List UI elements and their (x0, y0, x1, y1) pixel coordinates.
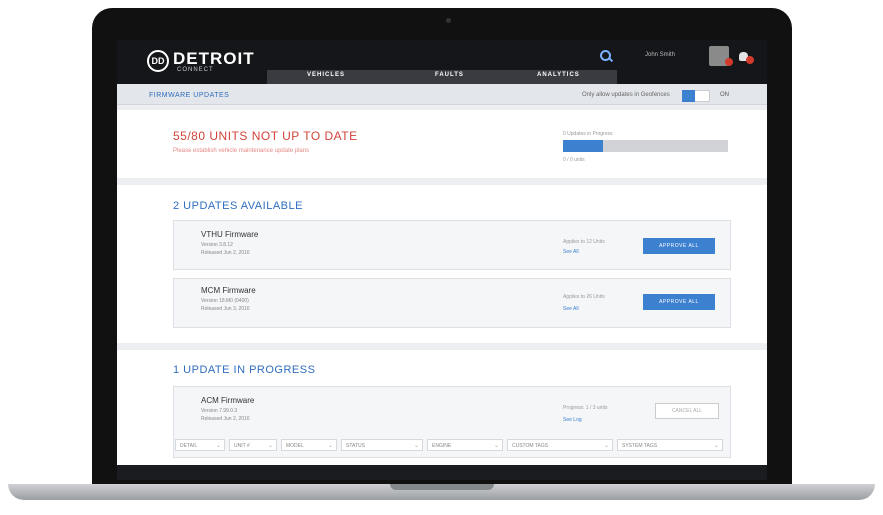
filter-label: SYSTEM TAGS (622, 443, 658, 449)
filter-engine[interactable]: ENGINE ⌄ (427, 439, 503, 451)
camera-icon (446, 18, 451, 23)
firmware-version: Version 18.M0 (0400) (201, 298, 249, 304)
firmware-version: Version 3.8.12 (201, 242, 233, 248)
filter-detail[interactable]: DETAIL ⌄ (175, 439, 225, 451)
chevron-down-icon: ⌄ (713, 443, 719, 449)
approve-all-button[interactable]: APPROVE ALL (643, 294, 715, 310)
firmware-released: Released Jun 2, 2016 (201, 250, 250, 256)
available-title: 2 UPDATES AVAILABLE (173, 200, 303, 212)
chevron-down-icon: ⌄ (413, 443, 419, 449)
progress-note: 0 / 0 units (563, 157, 585, 163)
chevron-down-icon: ⌄ (267, 443, 273, 449)
see-all-link[interactable]: See All (563, 249, 579, 255)
progress-count: Progress: 1 / 3 units (563, 405, 608, 411)
bottom-bar (117, 465, 767, 480)
approve-all-button[interactable]: APPROVE ALL (643, 238, 715, 254)
firmware-name: VTHU Firmware (201, 230, 259, 239)
chevron-down-icon: ⌄ (493, 443, 499, 449)
firmware-name: ACM Firmware (201, 396, 255, 405)
logo-icon[interactable]: DD (147, 50, 169, 72)
progress-fill (563, 140, 603, 152)
in-progress-title: 1 UPDATE IN PROGRESS (173, 364, 316, 376)
cancel-all-button[interactable]: CANCEL ALL (655, 403, 719, 419)
filter-status[interactable]: STATUS ⌄ (341, 439, 423, 451)
app-screen: DD DETROIT CONNECT VEHICLES FAULTS ANALY… (117, 40, 767, 480)
chevron-down-icon: ⌄ (603, 443, 609, 449)
tab-vehicles[interactable]: VEHICLES (307, 72, 345, 78)
search-icon[interactable] (600, 50, 611, 61)
firmware-released: Released Jun 2, 2016 (201, 416, 250, 422)
geofence-toggle-knob[interactable] (682, 90, 695, 102)
filter-label: CUSTOM TAGS (512, 443, 549, 449)
filter-label: MODEL (286, 443, 304, 449)
filter-label: DETAIL (180, 443, 198, 449)
avatar-badge (725, 58, 733, 66)
see-log-link[interactable]: See Log (563, 417, 582, 423)
notification-badge (746, 56, 754, 64)
filter-label: ENGINE (432, 443, 452, 449)
geofence-toggle-state: ON (720, 92, 729, 98)
chevron-down-icon: ⌄ (327, 443, 333, 449)
filter-custom-tags[interactable]: CUSTOM TAGS ⌄ (507, 439, 613, 451)
status-subtitle: Please establish vehicle maintenance upd… (173, 148, 310, 154)
user-name[interactable]: John Smith (645, 52, 675, 58)
filter-unit[interactable]: UNIT # ⌄ (229, 439, 277, 451)
tab-analytics[interactable]: ANALYTICS (537, 72, 580, 78)
chevron-down-icon: ⌄ (215, 443, 221, 449)
laptop-notch (390, 484, 494, 490)
tab-faults[interactable]: FAULTS (435, 72, 464, 78)
applies-count: Applies to 12 Units (563, 239, 605, 245)
filter-system-tags[interactable]: SYSTEM TAGS ⌄ (617, 439, 723, 451)
progress-label: 0 Updates in Progress (563, 131, 613, 137)
firmware-version: Version 7.99.0.3 (201, 408, 238, 414)
filter-label: UNIT # (234, 443, 250, 449)
firmware-name: MCM Firmware (201, 286, 256, 295)
filter-model[interactable]: MODEL ⌄ (281, 439, 337, 451)
geofence-toggle-label: Only allow updates in Geofences (582, 92, 670, 98)
status-title: 55/80 UNITS NOT UP TO DATE (173, 129, 358, 143)
applies-count: Applies to 26 Units (563, 294, 605, 300)
firmware-released: Released Jun 3, 2016 (201, 306, 250, 312)
see-all-link[interactable]: See All (563, 306, 579, 312)
page-title: FIRMWARE UPDATES (149, 92, 230, 99)
filter-label: STATUS (346, 443, 365, 449)
brand-name[interactable]: DETROIT (173, 49, 255, 69)
brand-sub: CONNECT (177, 67, 214, 73)
